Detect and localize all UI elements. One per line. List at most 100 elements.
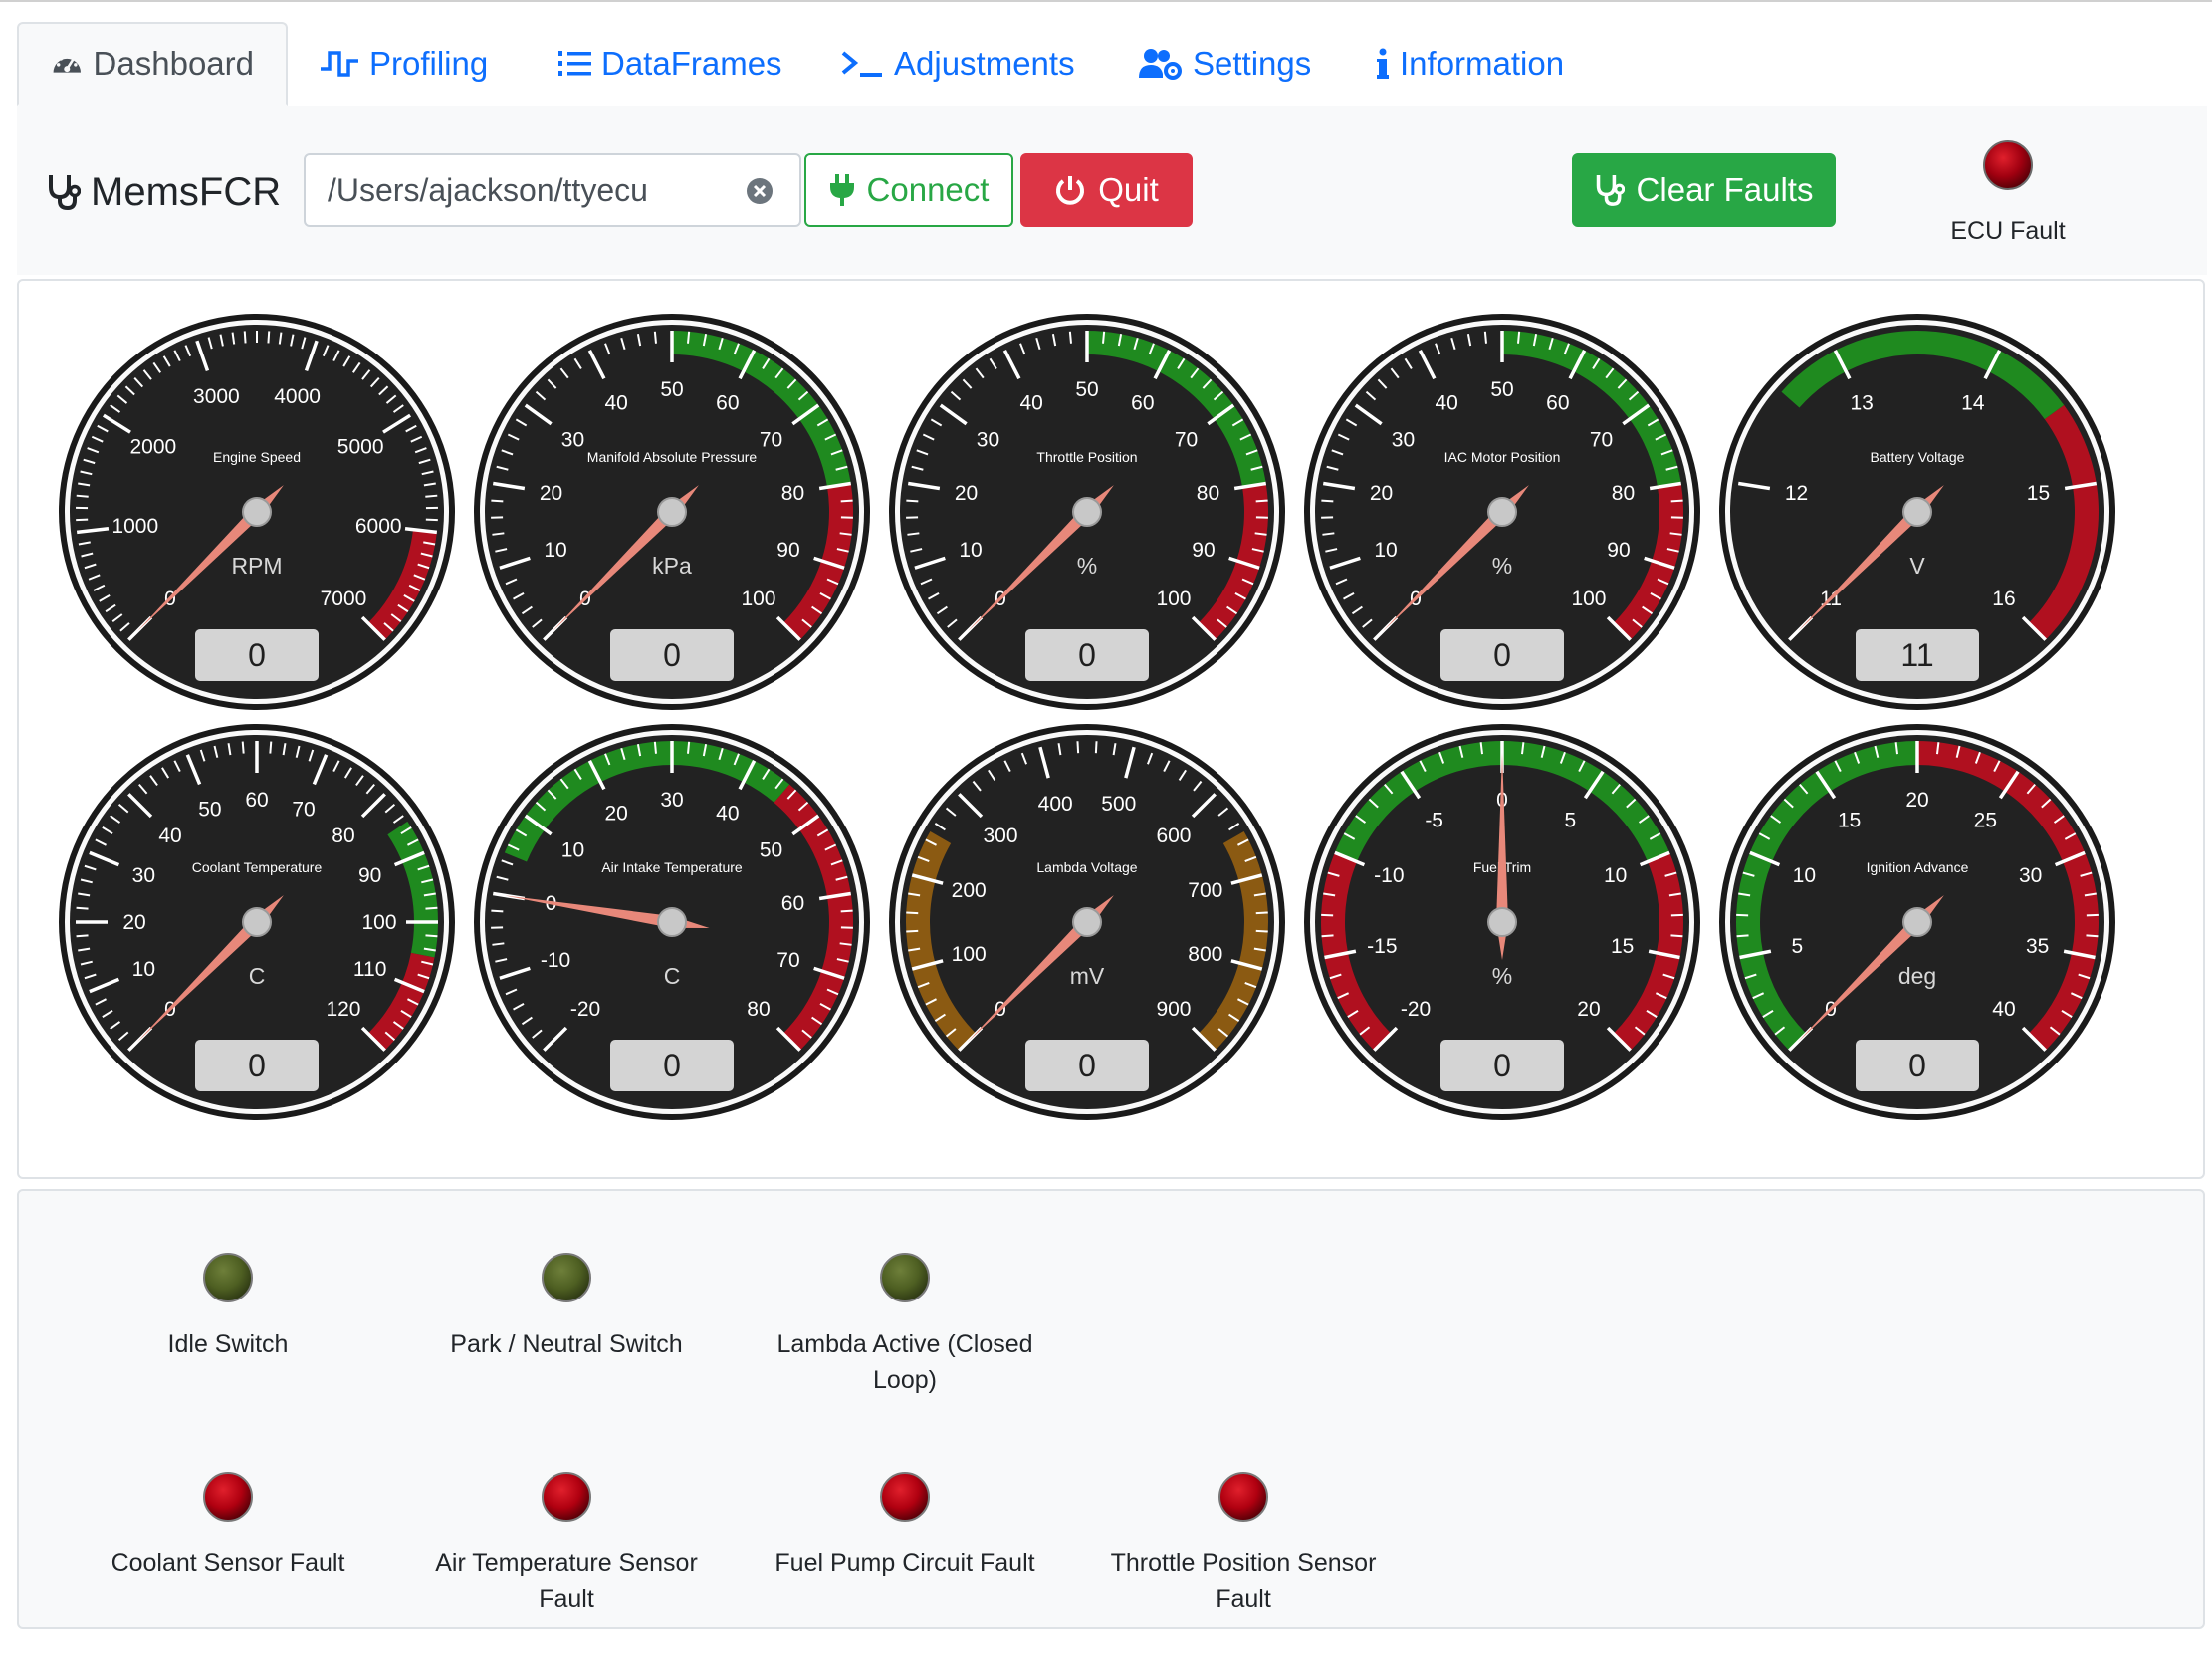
gauge-tick-label: 12 — [1785, 482, 1808, 505]
indicator-led — [880, 1253, 930, 1302]
gauge-tick-label: 20 — [955, 482, 978, 505]
gauge-tick-label: 30 — [561, 429, 584, 452]
gauge-minor-tick — [425, 906, 438, 910]
gauge-title: Air Intake Temperature — [601, 859, 743, 875]
indicator-label: Lambda Active (Closed Loop) — [776, 1330, 1033, 1394]
gauge-minor-tick — [1255, 911, 1268, 915]
tab-adjustments[interactable]: Adjustments — [840, 22, 1075, 106]
gauge-tick-label: 100 — [1571, 588, 1606, 610]
gauges-panel: 01000200030004000500060007000Engine Spee… — [17, 279, 2205, 1179]
port-input[interactable] — [328, 167, 726, 213]
gauge-tick-label: 70 — [776, 949, 799, 972]
connect-button[interactable]: Connect — [804, 153, 1013, 227]
gauge-unit: kPa — [652, 553, 692, 579]
tab-information[interactable]: Information — [1376, 22, 1564, 106]
tab-label: Dashboard — [93, 45, 254, 82]
gauge-title: Manifold Absolute Pressure — [587, 449, 758, 465]
gauge-tick-label: 600 — [1156, 825, 1191, 847]
gauge-minor-tick — [906, 911, 919, 915]
gauge-title: Battery Voltage — [1871, 449, 1965, 465]
gauge-tick-label: 80 — [747, 998, 770, 1021]
gauge-minor-tick — [653, 741, 657, 754]
tab-dashboard[interactable]: Dashboard — [17, 22, 288, 106]
gauge-minor-tick — [1102, 331, 1106, 344]
gauge-hub — [1487, 907, 1517, 937]
gauge-tick-label: 2000 — [129, 436, 176, 459]
gauge-title: IAC Motor Position — [1444, 449, 1561, 465]
gauge-minor-tick — [1520, 742, 1525, 755]
gauge-minor-tick — [76, 518, 89, 522]
gauge-minor-tick — [1736, 934, 1749, 938]
gauge-tick-label: 110 — [353, 958, 386, 981]
gauge-minor-tick — [1670, 499, 1683, 503]
gauge-value: 0 — [610, 629, 734, 681]
gauge-minor-tick — [425, 494, 438, 498]
gauge-map: 0 10 20 30 40 50 60 70 80 90 100 Manifold Absolute … — [473, 313, 871, 711]
gauge-tick-label: 800 — [1188, 943, 1222, 966]
tab-profiling[interactable]: Profiling — [320, 22, 488, 106]
gauge-tick-label: 35 — [2026, 935, 2049, 958]
gauge-tick-label: 100 — [952, 943, 987, 966]
gauge-tick-label: 6000 — [355, 515, 402, 538]
plug-icon — [829, 174, 854, 206]
tab-label: DataFrames — [601, 45, 782, 82]
gauge-value: 0 — [1025, 1040, 1149, 1091]
gauge-title: Coolant Temperature — [192, 859, 323, 875]
gauge-tick-label: 60 — [781, 892, 804, 915]
gauge-minor-tick — [2086, 934, 2099, 938]
gauge-minor-tick — [1483, 331, 1487, 344]
gauge-minor-tick — [906, 929, 919, 933]
gauge-tick-label: 30 — [132, 864, 155, 887]
ecu-fault-led — [1983, 140, 2033, 190]
quit-label: Quit — [1098, 171, 1159, 208]
tab-dataframes[interactable]: DataFrames — [557, 22, 782, 106]
indicators-panel: Idle Switch Park / Neutral Switch Lambda… — [17, 1189, 2205, 1629]
gauge-minor-tick — [687, 741, 691, 754]
gauge-hub — [1902, 907, 1932, 937]
clear-faults-button[interactable]: Clear Faults — [1572, 153, 1836, 227]
gauge-tick-label: 3000 — [193, 385, 240, 408]
gauge-unit: % — [1492, 963, 1512, 989]
quit-button[interactable]: Quit — [1020, 153, 1193, 227]
gauge-tick-label: 70 — [1590, 429, 1613, 452]
clear-input-icon[interactable] — [746, 177, 774, 205]
gauge-tick-label: 120 — [326, 998, 360, 1021]
gauge-tick-label: 100 — [1156, 588, 1191, 610]
gauge-tick-label: 70 — [292, 798, 315, 821]
gauge-tick-label: 14 — [1961, 391, 1985, 414]
indicator-air-temp-sensor-fault: Air Temperature Sensor Fault — [417, 1470, 716, 1617]
gauge-minor-tick — [1479, 742, 1484, 755]
gauge-tick-label: 30 — [1392, 429, 1415, 452]
gauge-tick-label: 80 — [1612, 482, 1635, 505]
gauge-throttle-position: 0 10 20 30 40 50 60 70 80 90 100 Throttle Position%… — [888, 313, 1286, 711]
tab-settings[interactable]: Settings — [1139, 22, 1311, 106]
gauge-hub — [1072, 907, 1102, 937]
gauge-tick-label: 50 — [1075, 378, 1098, 401]
gauge-minor-tick — [687, 331, 691, 344]
gauge-minor-tick — [1068, 331, 1072, 344]
gauge-tick-label: 900 — [1156, 998, 1191, 1021]
pulse-icon — [321, 51, 358, 77]
gauge-minor-tick — [840, 499, 853, 503]
gauge-tick-label: 10 — [544, 539, 566, 562]
gauge-minor-tick — [1935, 742, 1940, 755]
indicator-throttle-position-sensor-fault: Throttle Position Sensor Fault — [1094, 1470, 1393, 1617]
gauge-minor-tick — [267, 331, 271, 344]
gauge-minor-tick — [1321, 934, 1334, 938]
gauge-tick-label: 20 — [122, 911, 145, 934]
indicator-idle-switch: Idle Switch — [79, 1251, 377, 1362]
gauge-value: 0 — [1440, 1040, 1564, 1091]
gauge-tick-label: 10 — [561, 839, 584, 862]
gauge-tick-label: 60 — [245, 789, 268, 812]
gauge-tick-label: 90 — [1192, 539, 1215, 562]
clear-faults-label: Clear Faults — [1636, 171, 1814, 208]
gauge-lambda-voltage: 0 100 200 300 400 500 600 700 800 900 Lambda Volta… — [888, 723, 1286, 1121]
list-ol-icon — [558, 51, 591, 76]
gauge-title: Engine Speed — [213, 449, 301, 465]
gauge-tick-label: 60 — [1546, 391, 1569, 414]
gauge-tick-label: 80 — [781, 482, 804, 505]
gauge-hub — [657, 907, 687, 937]
gauge-tick-label: 10 — [1604, 864, 1627, 887]
gauge-tick-label: 4000 — [274, 385, 321, 408]
gauge-minor-tick — [1255, 929, 1268, 933]
